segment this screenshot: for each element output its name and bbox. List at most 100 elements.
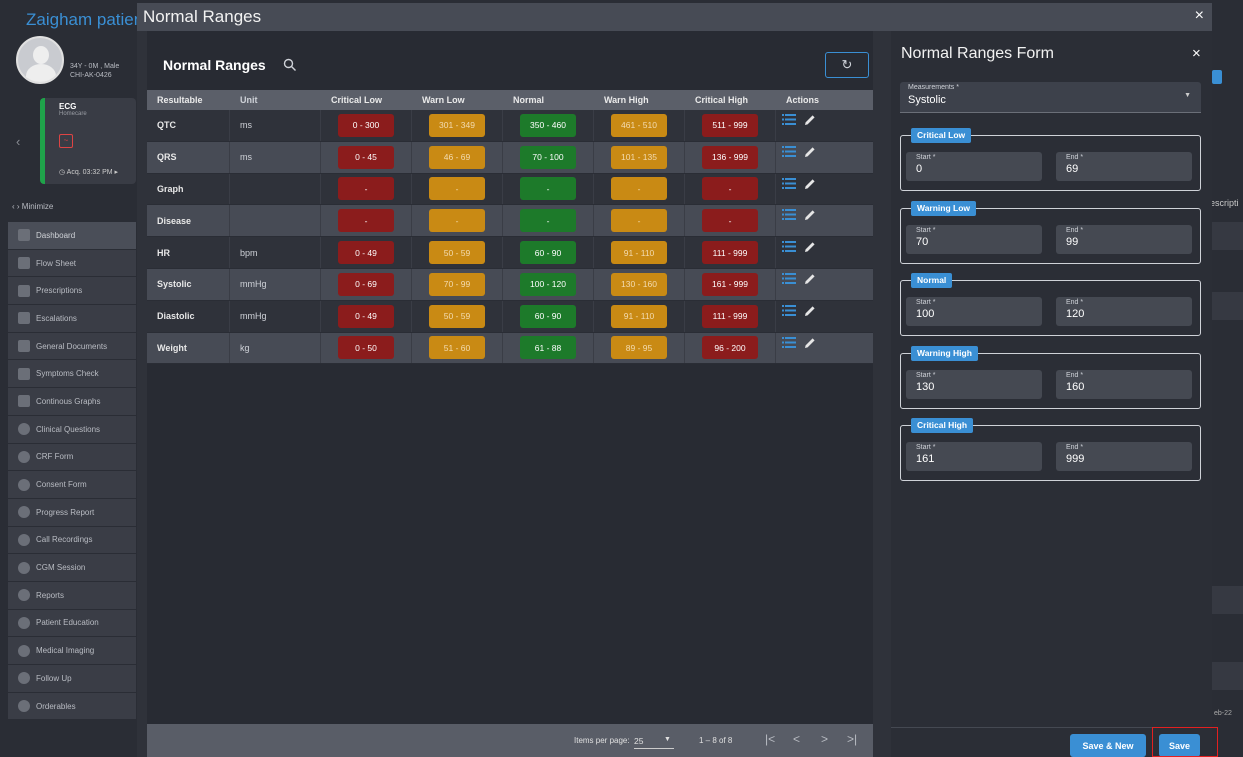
recordings-icon bbox=[18, 533, 30, 546]
table-row[interactable]: HR bpm 0 - 49 50 - 59 60 - 90 91 - 110 111 - 9… bbox=[147, 237, 873, 269]
edit-pencil-icon[interactable] bbox=[804, 114, 816, 126]
warn-high-cell: 101 - 135 bbox=[594, 141, 685, 173]
sidebar-item-progress-report[interactable]: Progress Report bbox=[8, 498, 136, 527]
table-row[interactable]: Graph - - - - - bbox=[147, 173, 873, 206]
column-header[interactable]: Critical High bbox=[685, 90, 776, 110]
sidebar-item-continous-graphs[interactable]: Continous Graphs bbox=[8, 388, 136, 416]
column-header[interactable]: Resultable bbox=[147, 90, 230, 110]
sidebar-item-label: Symptoms Check bbox=[36, 369, 99, 379]
edit-pencil-icon[interactable] bbox=[804, 146, 816, 158]
list-icon[interactable] bbox=[782, 336, 796, 348]
sidebar-item-patient-education[interactable]: Patient Education bbox=[8, 609, 136, 638]
measurements-select[interactable]: Measurements * Systolic ▼ bbox=[900, 82, 1201, 113]
normal-start-field[interactable]: Start * 100 bbox=[906, 297, 1042, 326]
normal-cell: 60 - 90 bbox=[503, 237, 594, 268]
save-and-new-button[interactable]: Save & New bbox=[1070, 734, 1146, 757]
edit-pencil-icon[interactable] bbox=[804, 337, 816, 349]
refresh-button[interactable]: ↻ bbox=[825, 52, 869, 78]
next-page-button[interactable]: > bbox=[821, 732, 828, 746]
column-header[interactable]: Unit bbox=[230, 90, 321, 110]
column-header[interactable]: Critical Low bbox=[321, 90, 412, 110]
warn-low-cell: 70 - 99 bbox=[412, 268, 503, 300]
prescriptions-icon bbox=[18, 284, 30, 297]
last-page-button[interactable]: >| bbox=[847, 732, 857, 746]
list-icon[interactable] bbox=[782, 145, 796, 157]
warning-high-end-field[interactable]: End * 160 bbox=[1056, 369, 1192, 399]
edit-pencil-icon[interactable] bbox=[804, 305, 816, 317]
sidebar-item-orderables[interactable]: Orderables bbox=[8, 692, 136, 721]
prev-page-button[interactable]: < bbox=[793, 732, 800, 746]
edit-pencil-icon[interactable] bbox=[804, 178, 816, 190]
minimize-toggle[interactable]: ‹ › Minimize bbox=[12, 202, 53, 211]
sidebar-item-follow-up[interactable]: Follow Up bbox=[8, 665, 136, 693]
warn-low-badge: 51 - 60 bbox=[429, 336, 485, 360]
list-icon[interactable] bbox=[782, 114, 796, 125]
sidebar-item-prescriptions[interactable]: Prescriptions bbox=[8, 277, 136, 306]
table-row[interactable]: QTC ms 0 - 300 301 - 349 350 - 460 461 - 510 5… bbox=[147, 110, 873, 142]
patient-name[interactable]: Zaigham patient bbox=[26, 10, 148, 30]
critical-low-start-field[interactable]: Start * 0 bbox=[906, 152, 1042, 181]
edit-pencil-icon[interactable] bbox=[804, 273, 816, 285]
edit-pencil-icon[interactable] bbox=[804, 209, 816, 221]
list-icon[interactable] bbox=[782, 177, 796, 189]
sidebar-item-general-documents[interactable]: General Documents bbox=[8, 332, 136, 361]
normal-end-field[interactable]: End * 120 bbox=[1056, 297, 1192, 326]
form-close-icon[interactable]: × bbox=[1192, 45, 1201, 62]
warn-low-badge: 50 - 59 bbox=[429, 304, 485, 328]
end-value: 69 bbox=[1066, 163, 1079, 175]
sidebar-item-label: Escalations bbox=[36, 313, 77, 323]
warning-low-tag: Warning Low bbox=[911, 200, 977, 216]
warning-low-start-field[interactable]: Start * 70 bbox=[906, 224, 1042, 254]
sidebar-item-label: Flow Sheet bbox=[36, 258, 77, 268]
sidebar-item-cgm-session[interactable]: CGM Session bbox=[8, 554, 136, 582]
warn-high-badge: 130 - 160 bbox=[611, 272, 667, 296]
sidebar-item-reports[interactable]: Reports bbox=[8, 581, 136, 610]
critical-high-end-field[interactable]: End * 999 bbox=[1056, 442, 1192, 471]
warning-low-end-field[interactable]: End * 99 bbox=[1056, 224, 1192, 254]
first-page-button[interactable]: |< bbox=[765, 732, 775, 746]
ecg-card[interactable]: ECG Homecare ~ ◷ Acq. 03:32 PM ▸ bbox=[40, 98, 136, 184]
actions-cell bbox=[776, 333, 864, 364]
list-icon[interactable] bbox=[782, 304, 796, 316]
sidebar-item-escalations[interactable]: Escalations bbox=[8, 305, 136, 333]
sidebar-item-flow-sheet[interactable]: Flow Sheet bbox=[8, 249, 136, 278]
chevron-left-icon[interactable]: ‹ bbox=[16, 134, 20, 149]
unit-cell: mmHg bbox=[230, 300, 321, 332]
normal-badge: 100 - 120 bbox=[520, 272, 576, 296]
list-icon[interactable] bbox=[782, 241, 796, 253]
critical-low-cell: - bbox=[321, 205, 412, 237]
sidebar-item-dashboard[interactable]: Dashboard bbox=[8, 222, 136, 250]
column-header[interactable]: Normal bbox=[503, 90, 594, 110]
sidebar-item-label: Orderables bbox=[36, 701, 76, 711]
table-row[interactable]: QRS ms 0 - 45 46 - 69 70 - 100 101 - 135 136 -… bbox=[147, 141, 873, 174]
sidebar-item-call-recordings[interactable]: Call Recordings bbox=[8, 526, 136, 555]
column-header[interactable]: Warn Low bbox=[412, 90, 503, 110]
table-row[interactable]: Diastolic mmHg 0 - 49 50 - 59 60 - 90 91 - 11… bbox=[147, 300, 873, 333]
end-label: End * bbox=[1066, 154, 1084, 161]
warn-low-badge: 46 - 69 bbox=[429, 145, 485, 169]
list-icon[interactable] bbox=[782, 272, 796, 284]
critical-high-start-field[interactable]: Start * 161 bbox=[906, 442, 1042, 471]
warning-high-start-field[interactable]: Start * 130 bbox=[906, 369, 1042, 399]
sidebar-item-consent-form[interactable]: Consent Form bbox=[8, 471, 136, 499]
sidebar-item-clinical-questions[interactable]: Clinical Questions bbox=[8, 415, 136, 444]
column-header[interactable]: Actions bbox=[776, 90, 864, 110]
modal-close-icon[interactable]: × bbox=[1195, 7, 1204, 25]
table-row[interactable]: Weight kg 0 - 50 51 - 60 61 - 88 89 - 95 96 - … bbox=[147, 332, 873, 365]
list-icon[interactable] bbox=[782, 209, 796, 221]
search-icon[interactable] bbox=[283, 58, 297, 72]
table-row[interactable]: Disease - - - - - bbox=[147, 205, 873, 238]
column-header[interactable]: Warn High bbox=[594, 90, 685, 110]
normal-range-group: Normal Start * 100 End * 120 bbox=[900, 273, 1201, 336]
edit-pencil-icon[interactable] bbox=[804, 241, 816, 253]
warn-high-cell: 461 - 510 bbox=[594, 110, 685, 141]
sidebar-item-crf-form[interactable]: CRF Form bbox=[8, 443, 136, 472]
actions-cell bbox=[776, 269, 864, 300]
sidebar-item-symptoms-check[interactable]: Symptoms Check bbox=[8, 360, 136, 389]
critical-low-end-field[interactable]: End * 69 bbox=[1056, 152, 1192, 181]
sidebar-item-medical-imaging[interactable]: Medical Imaging bbox=[8, 637, 136, 665]
normal-cell: 60 - 90 bbox=[503, 300, 594, 332]
critical-low-cell: 0 - 300 bbox=[321, 110, 412, 141]
table-row[interactable]: Systolic mmHg 0 - 69 70 - 99 100 - 120 130 - … bbox=[147, 268, 873, 301]
critical-high-cell: 136 - 999 bbox=[685, 141, 776, 173]
